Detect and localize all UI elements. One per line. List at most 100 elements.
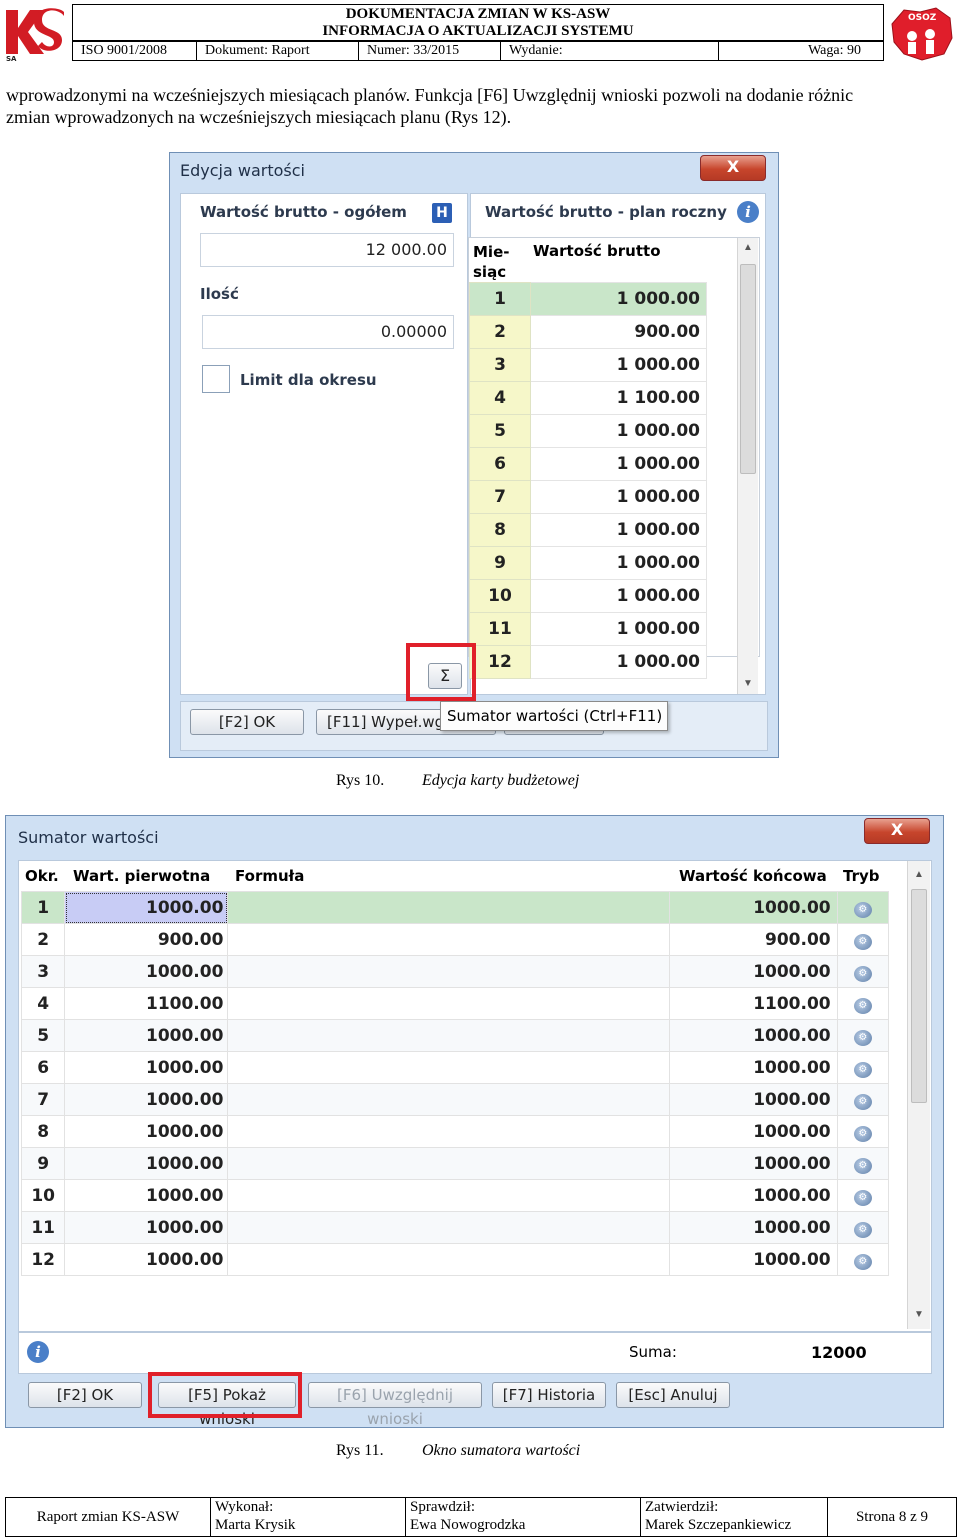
formula-cell[interactable] bbox=[227, 1243, 671, 1276]
table-row[interactable]: 51 000.00 bbox=[469, 414, 707, 448]
orig-cell[interactable]: 1000.00 bbox=[64, 1051, 229, 1084]
mode-cell[interactable]: ⚙ bbox=[836, 1179, 890, 1212]
orig-cell[interactable]: 1100.00 bbox=[64, 987, 229, 1020]
orig-cell[interactable]: 1000.00 bbox=[64, 1019, 229, 1052]
value-cell[interactable]: 1 000.00 bbox=[530, 612, 707, 646]
value-cell[interactable]: 1 000.00 bbox=[530, 513, 707, 547]
formula-cell[interactable] bbox=[227, 1051, 671, 1084]
table-row[interactable]: 91 000.00 bbox=[469, 546, 707, 580]
history-button[interactable]: [F7] Historia bbox=[492, 1382, 606, 1408]
ok-button[interactable]: [F2] OK bbox=[190, 709, 304, 735]
okr-cell[interactable]: 10 bbox=[20, 1179, 66, 1212]
scroll-up-icon-2[interactable]: ▲ bbox=[914, 869, 924, 880]
okr-cell[interactable]: 7 bbox=[20, 1083, 66, 1116]
orig-cell[interactable]: 1000.00 bbox=[64, 1179, 229, 1212]
month-cell[interactable]: 6 bbox=[469, 447, 531, 481]
calculator-icon[interactable]: ⚙ bbox=[853, 1030, 872, 1046]
table-row[interactable]: 8 1000.00 1000.00 ⚙ bbox=[20, 1115, 890, 1148]
formula-cell[interactable] bbox=[227, 1179, 671, 1212]
table-row[interactable]: 1 1000.00 1000.00 ⚙ bbox=[20, 891, 890, 924]
value-cell[interactable]: 1 000.00 bbox=[530, 645, 707, 679]
formula-cell[interactable] bbox=[227, 1147, 671, 1180]
mode-cell[interactable]: ⚙ bbox=[836, 955, 890, 988]
final-cell[interactable]: 1000.00 bbox=[669, 1115, 838, 1148]
table-row[interactable]: 61 000.00 bbox=[469, 447, 707, 481]
calculator-icon[interactable]: ⚙ bbox=[853, 966, 872, 982]
final-cell[interactable]: 1000.00 bbox=[669, 1147, 838, 1180]
history-icon[interactable]: H bbox=[432, 203, 452, 223]
table-row[interactable]: 5 1000.00 1000.00 ⚙ bbox=[20, 1019, 890, 1052]
table-row[interactable]: 11 000.00 bbox=[469, 282, 707, 316]
calculator-icon[interactable]: ⚙ bbox=[853, 1254, 872, 1270]
value-cell[interactable]: 1 000.00 bbox=[530, 414, 707, 448]
formula-cell[interactable] bbox=[227, 955, 671, 988]
col-final-header[interactable]: Wartość końcowa bbox=[679, 867, 827, 885]
value-cell[interactable]: 1 000.00 bbox=[530, 348, 707, 382]
formula-cell[interactable] bbox=[227, 891, 671, 924]
calculator-icon[interactable]: ⚙ bbox=[853, 1126, 872, 1142]
info-icon-2[interactable]: i bbox=[27, 1341, 49, 1363]
scroll-thumb-2[interactable] bbox=[911, 889, 927, 1103]
info-icon[interactable]: i bbox=[737, 201, 759, 223]
final-cell[interactable]: 1000.00 bbox=[669, 1019, 838, 1052]
scroll-up-icon[interactable]: ▲ bbox=[743, 242, 753, 253]
col-mode-header[interactable]: Tryb bbox=[843, 867, 880, 885]
final-cell[interactable]: 1000.00 bbox=[669, 1243, 838, 1276]
scroll-down-icon[interactable]: ▼ bbox=[743, 678, 753, 689]
final-cell[interactable]: 1000.00 bbox=[669, 1083, 838, 1116]
calculator-icon[interactable]: ⚙ bbox=[853, 1062, 872, 1078]
value-cell[interactable]: 900.00 bbox=[530, 315, 707, 349]
okr-cell[interactable]: 9 bbox=[20, 1147, 66, 1180]
mode-cell[interactable]: ⚙ bbox=[836, 891, 890, 924]
month-cell[interactable]: 1 bbox=[469, 282, 531, 316]
orig-cell[interactable]: 900.00 bbox=[64, 923, 229, 956]
scroll-thumb[interactable] bbox=[740, 264, 756, 474]
mode-cell[interactable]: ⚙ bbox=[836, 1147, 890, 1180]
value-cell[interactable]: 1 000.00 bbox=[530, 480, 707, 514]
table-row[interactable]: 11 1000.00 1000.00 ⚙ bbox=[20, 1211, 890, 1244]
mode-cell[interactable]: ⚙ bbox=[836, 1051, 890, 1084]
calculator-icon[interactable]: ⚙ bbox=[853, 1094, 872, 1110]
ok-button-2[interactable]: [F2] OK bbox=[28, 1382, 142, 1408]
month-cell[interactable]: 11 bbox=[469, 612, 531, 646]
orig-cell[interactable]: 1000.00 bbox=[64, 1115, 229, 1148]
month-cell[interactable]: 9 bbox=[469, 546, 531, 580]
okr-cell[interactable]: 1 bbox=[20, 891, 66, 924]
table-row[interactable]: 11 1 000.00 bbox=[469, 612, 707, 646]
col-formula-header[interactable]: Formuła bbox=[235, 867, 304, 885]
mode-cell[interactable]: ⚙ bbox=[836, 1019, 890, 1052]
close-button-2[interactable]: X bbox=[864, 818, 930, 844]
month-cell[interactable]: 12 bbox=[469, 645, 531, 679]
table-row[interactable]: 81 000.00 bbox=[469, 513, 707, 547]
table-row[interactable]: 9 1000.00 1000.00 ⚙ bbox=[20, 1147, 890, 1180]
month-cell[interactable]: 5 bbox=[469, 414, 531, 448]
mode-cell[interactable]: ⚙ bbox=[836, 1115, 890, 1148]
col-okr-header[interactable]: Okr. bbox=[25, 867, 59, 885]
okr-cell[interactable]: 12 bbox=[20, 1243, 66, 1276]
table-row[interactable]: 12 1000.00 1000.00 ⚙ bbox=[20, 1243, 890, 1276]
close-button[interactable]: X bbox=[700, 155, 766, 181]
grid2-scrollbar[interactable]: ▲ ▼ bbox=[907, 861, 930, 1329]
calculator-icon[interactable]: ⚙ bbox=[853, 1190, 872, 1206]
orig-cell[interactable]: 1000.00 bbox=[64, 1243, 229, 1276]
month-cell[interactable]: 4 bbox=[469, 381, 531, 415]
final-cell[interactable]: 1000.00 bbox=[669, 1179, 838, 1212]
okr-cell[interactable]: 4 bbox=[20, 987, 66, 1020]
value-cell[interactable]: 1 000.00 bbox=[530, 579, 707, 613]
table-row[interactable]: 10 1 000.00 bbox=[469, 579, 707, 613]
grid-scrollbar[interactable]: ▲ ▼ bbox=[737, 238, 758, 694]
mode-cell[interactable]: ⚙ bbox=[836, 1211, 890, 1244]
month-cell[interactable]: 10 bbox=[469, 579, 531, 613]
table-row[interactable]: 41 100.00 bbox=[469, 381, 707, 415]
limit-checkbox[interactable] bbox=[202, 365, 230, 393]
month-cell[interactable]: 7 bbox=[469, 480, 531, 514]
calculator-icon[interactable]: ⚙ bbox=[853, 1222, 872, 1238]
value-cell[interactable]: 1 100.00 bbox=[530, 381, 707, 415]
final-cell[interactable]: 1000.00 bbox=[669, 955, 838, 988]
month-cell[interactable]: 2 bbox=[469, 315, 531, 349]
include-requests-button[interactable]: [F6] Uwzględnij wnioski bbox=[308, 1382, 482, 1428]
orig-cell[interactable]: 1000.00 bbox=[64, 891, 229, 924]
orig-cell[interactable]: 1000.00 bbox=[64, 1211, 229, 1244]
table-row[interactable]: 6 1000.00 1000.00 ⚙ bbox=[20, 1051, 890, 1084]
value-cell[interactable]: 1 000.00 bbox=[530, 447, 707, 481]
